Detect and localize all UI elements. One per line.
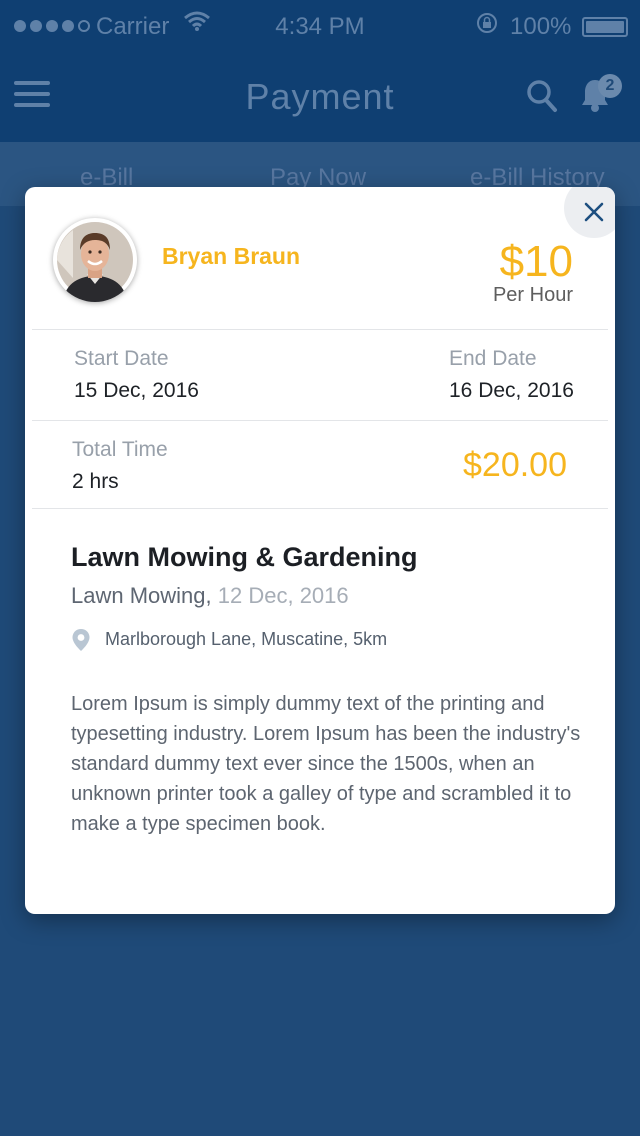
rate-unit: Per Hour (492, 284, 573, 306)
nav-bar: Payment 2 (0, 52, 640, 142)
close-button[interactable] (564, 187, 615, 238)
start-date-label: Start Date (74, 347, 169, 370)
job-subtitle: Lawn Mowing, 12 Dec, 2016 (71, 583, 349, 609)
job-title: Lawn Mowing & Gardening (71, 542, 418, 572)
divider (32, 329, 608, 330)
user-name[interactable]: Bryan Braun (162, 243, 300, 270)
job-type: Lawn Mowing, (71, 583, 212, 608)
total-amount: $20.00 (463, 446, 567, 484)
search-icon[interactable] (526, 78, 558, 114)
job-date: 12 Dec, 2016 (217, 583, 349, 608)
avatar (53, 218, 137, 302)
payment-detail-modal: Bryan Braun $10 Per Hour Start Date 15 D… (25, 187, 615, 914)
status-bar: Carrier 4:34 PM 100% (0, 0, 640, 52)
end-date-label: End Date (449, 347, 537, 370)
divider (32, 420, 608, 421)
notification-badge: 2 (598, 74, 622, 98)
start-date-value: 15 Dec, 2016 (74, 379, 199, 402)
job-location[interactable]: Marlborough Lane, Muscatine, 5km (105, 629, 387, 650)
battery-percent: 100% (510, 13, 572, 40)
total-time-value: 2 hrs (72, 470, 119, 493)
job-description: Lorem Ipsum is simply dummy text of the … (71, 693, 581, 835)
divider (32, 508, 608, 509)
close-icon (584, 202, 604, 222)
end-date-value: 16 Dec, 2016 (449, 379, 574, 402)
battery-icon (582, 17, 628, 37)
total-time-label: Total Time (72, 438, 168, 461)
location-pin-icon (71, 628, 91, 657)
hourly-rate: $10 (499, 237, 573, 286)
orientation-lock-icon (476, 12, 498, 40)
